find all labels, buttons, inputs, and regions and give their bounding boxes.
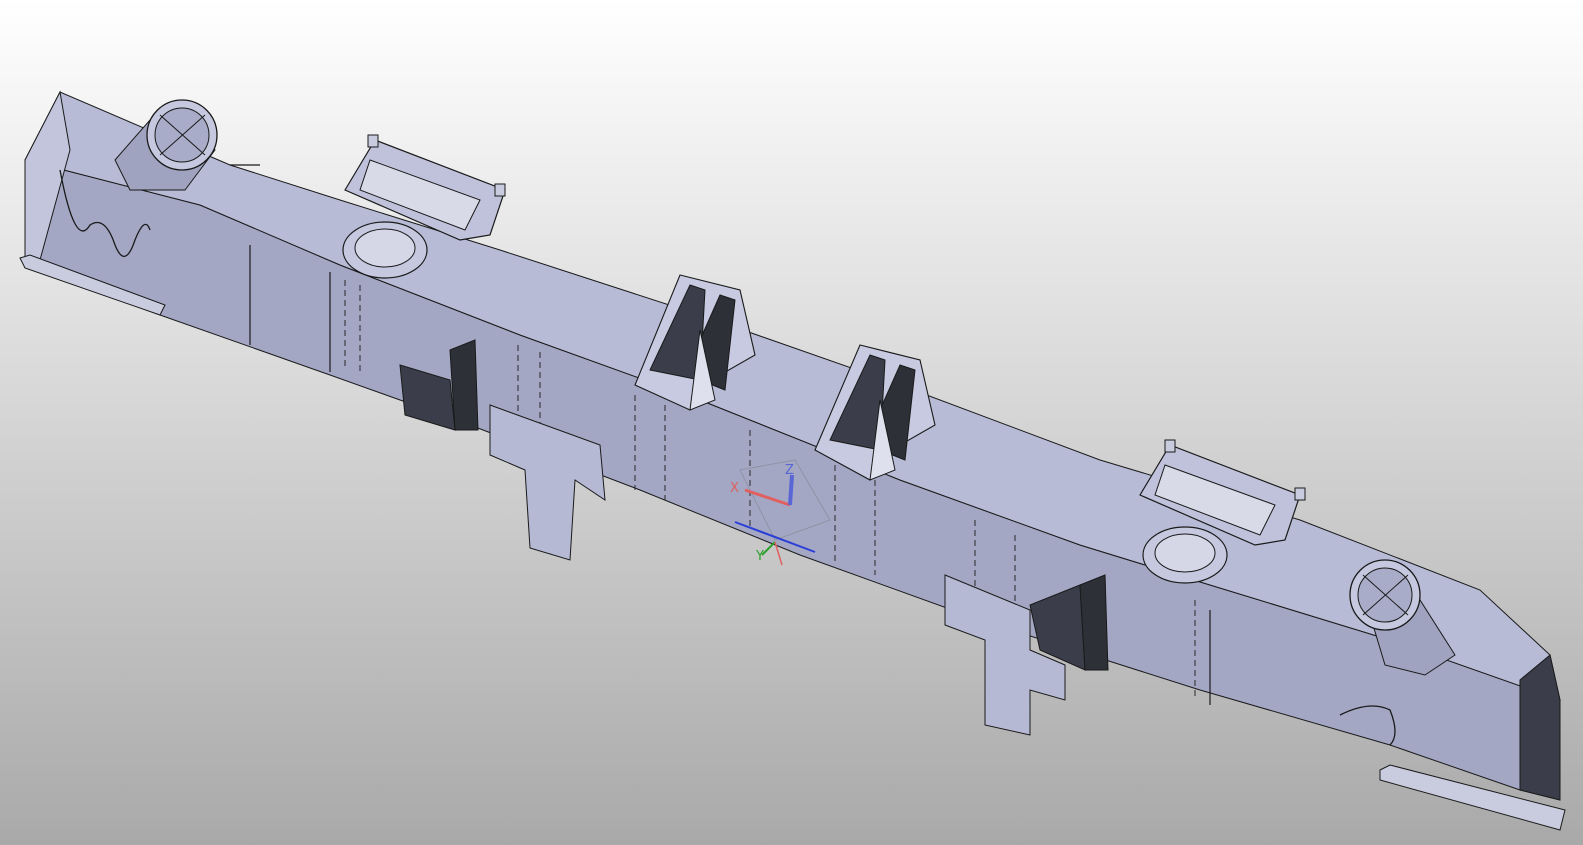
z-axis-line [788, 474, 794, 506]
dark-plate-2 [449, 339, 479, 431]
right-end-face [1519, 654, 1561, 801]
girder-top-face [24, 91, 1561, 701]
z-axis-label: Z [785, 463, 794, 478]
3d-viewport[interactable]: X Y Z [0, 0, 1583, 845]
dark-plate-4 [1079, 574, 1109, 671]
y-axis-label: Y [755, 549, 764, 564]
x-axis-label: X [730, 481, 739, 496]
manhole-right [1142, 526, 1228, 584]
model-canvas[interactable]: X Y Z [0, 0, 1583, 845]
girder-assembly[interactable] [19, 90, 1566, 831]
manhole-left [342, 221, 428, 279]
